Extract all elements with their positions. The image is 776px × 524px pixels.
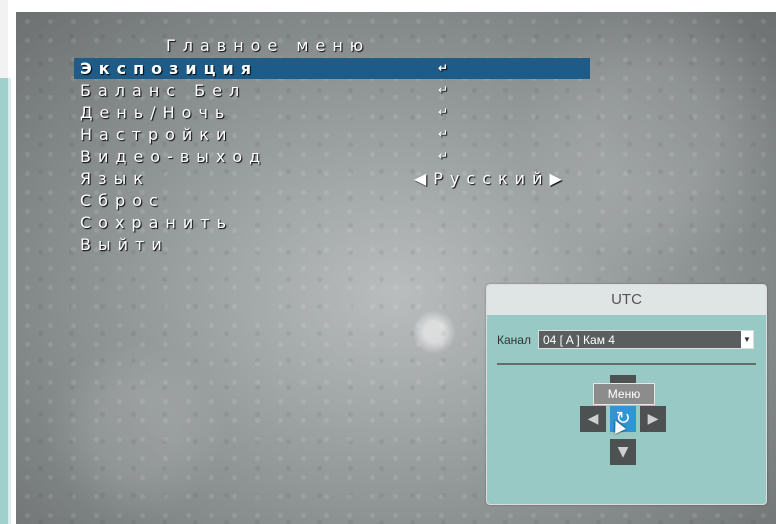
- menu-tooltip: Меню: [593, 383, 655, 405]
- arrow-right-icon: ▶: [647, 411, 659, 427]
- ptz-down-button[interactable]: ▼: [610, 439, 636, 465]
- osd-item-label: Баланс Бел: [80, 81, 247, 100]
- osd-item-label: День/Ночь: [80, 103, 232, 122]
- channel-select[interactable]: 04 [ A ] Кам 4 ▼: [538, 330, 754, 349]
- arrow-down-icon: ▼: [617, 444, 629, 460]
- enter-icon: ↵: [438, 105, 449, 119]
- osd-item-exposure[interactable]: Экспозиция ↵: [74, 58, 590, 79]
- ptz-control-panel: UTC Канал 04 [ A ] Кам 4 ▼ ▲ ◀ ↻ ▶ ▼ Мен…: [486, 284, 767, 505]
- enter-icon: ↵: [438, 83, 449, 97]
- language-value: ◀Русский▶: [414, 169, 569, 188]
- osd-item-video-out[interactable]: Видео-выход ↵: [74, 146, 590, 167]
- osd-item-reset[interactable]: Сброс: [74, 190, 590, 211]
- ptz-panel-title: UTC: [487, 285, 766, 315]
- osd-item-label: Видео-выход: [80, 147, 268, 166]
- osd-item-label: Сброс: [80, 191, 165, 210]
- chevron-down-icon[interactable]: ▼: [741, 331, 753, 348]
- osd-menu-title: Главное меню: [166, 36, 371, 55]
- channel-label: Канал: [497, 333, 531, 347]
- osd-item-label: Выйти: [80, 235, 169, 254]
- osd-item-label: Экспозиция: [80, 59, 258, 78]
- osd-item-label: Язык: [80, 169, 150, 188]
- arrow-left-icon: ◀: [587, 411, 599, 427]
- left-strip-bar: [0, 78, 8, 524]
- osd-item-label: Настройки: [80, 125, 234, 144]
- panel-divider: [497, 363, 756, 365]
- osd-item-white-balance[interactable]: Баланс Бел ↵: [74, 80, 590, 101]
- ptz-left-button[interactable]: ◀: [580, 406, 606, 432]
- enter-icon: ↵: [438, 127, 449, 141]
- osd-item-label: Сохранить: [80, 213, 233, 232]
- enter-icon: ↵: [438, 149, 449, 163]
- left-side-strip: [0, 0, 16, 524]
- osd-item-language[interactable]: Язык ◀Русский▶: [74, 168, 590, 189]
- left-strip-top: [0, 0, 8, 78]
- ptz-right-button[interactable]: ▶: [640, 406, 666, 432]
- osd-item-exit[interactable]: Выйти: [74, 234, 590, 255]
- osd-item-save[interactable]: Сохранить: [74, 212, 590, 233]
- osd-item-day-night[interactable]: День/Ночь ↵: [74, 102, 590, 123]
- osd-item-settings[interactable]: Настройки ↵: [74, 124, 590, 145]
- left-strip-edge: [8, 78, 11, 524]
- enter-icon: ↵: [438, 61, 449, 75]
- channel-select-value: 04 [ A ] Кам 4: [543, 333, 615, 347]
